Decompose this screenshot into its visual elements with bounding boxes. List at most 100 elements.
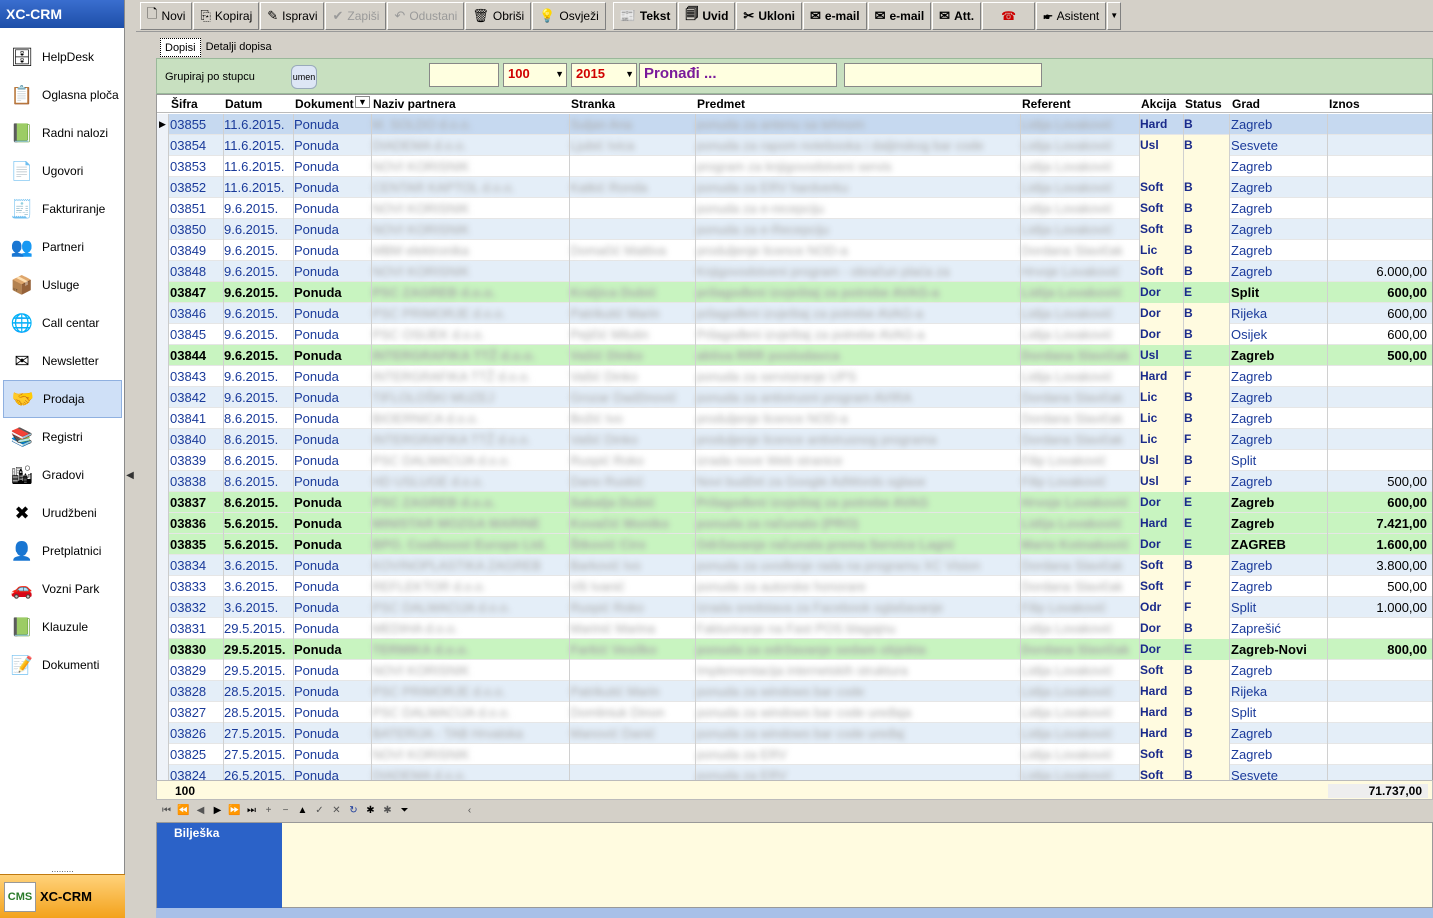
table-row[interactable]: 03831 29.5.2015. Ponuda MEDIHA d.o.o. Marini… bbox=[157, 618, 1432, 639]
row-indicator[interactable] bbox=[157, 492, 169, 513]
row-indicator[interactable] bbox=[157, 219, 169, 240]
insert-record-icon[interactable]: + bbox=[260, 803, 277, 819]
sidebar-item-fakturiranje[interactable]: 🧾 Fakturiranje bbox=[0, 190, 125, 228]
table-row[interactable]: 03847 9.6.2015. Ponuda PSC ZAGREB d.o.o. Kra… bbox=[157, 282, 1432, 303]
table-row[interactable]: 03848 9.6.2015. Ponuda NOVI KORISNIK Knjigov… bbox=[157, 261, 1432, 282]
save-button[interactable]: ✔ Zapiši bbox=[325, 1, 387, 30]
sidebar-item-klauzule[interactable]: 📗 Klauzule bbox=[0, 608, 125, 646]
column-header-status[interactable]: Status bbox=[1185, 97, 1222, 111]
year-select[interactable]: 2015 ▼ bbox=[571, 63, 637, 87]
sort-desc-icon[interactable]: ▼ bbox=[355, 96, 370, 108]
next-record-icon[interactable]: ▶ bbox=[209, 803, 226, 819]
email-button[interactable]: ✉ e-mail bbox=[802, 1, 867, 30]
sidebar-item-oglasna-ploča[interactable]: 📋 Oglasna ploča bbox=[0, 76, 125, 114]
filter-icon[interactable]: ⏷ bbox=[396, 803, 413, 819]
table-row[interactable]: 03838 8.6.2015. Ponuda HD USLUGE d.o.o. Dano… bbox=[157, 471, 1432, 492]
collapse-arrow-icon[interactable]: ◀ bbox=[126, 470, 134, 481]
row-indicator[interactable] bbox=[157, 198, 169, 219]
filter-field[interactable] bbox=[429, 63, 499, 87]
attachment-button[interactable]: ✉ Att. bbox=[932, 1, 982, 30]
table-row[interactable]: 03835 5.6.2015. Ponuda BPO. Coalboost Europ… bbox=[157, 534, 1432, 555]
table-row[interactable]: 03851 9.6.2015. Ponuda NOVI KORISNIK ponuda … bbox=[157, 198, 1432, 219]
first-record-icon[interactable]: ⏮ bbox=[158, 803, 175, 819]
table-row[interactable]: 03841 8.6.2015. Ponuda BIOERNICA d.o.o. Boži… bbox=[157, 408, 1432, 429]
group-by-column-button[interactable]: umen bbox=[291, 65, 317, 89]
sidebar-item-call-centar[interactable]: 🌐 Call centar bbox=[0, 304, 125, 342]
row-indicator[interactable] bbox=[157, 261, 169, 282]
row-indicator[interactable] bbox=[157, 723, 169, 744]
current-row-indicator-icon[interactable]: ▶ bbox=[157, 114, 169, 135]
column-header-stranka[interactable]: Stranka bbox=[571, 97, 615, 111]
bookmark-icon[interactable]: ✱ bbox=[362, 803, 379, 819]
table-row[interactable]: 03832 3.6.2015. Ponuda PSC DALMACIJA d.o.o.… bbox=[157, 597, 1432, 618]
table-row[interactable]: 03843 9.6.2015. Ponuda INTERGRAFIKA TTŽ d.o… bbox=[157, 366, 1432, 387]
row-indicator[interactable] bbox=[157, 303, 169, 324]
table-row[interactable]: 03834 3.6.2015. Ponuda KOVINOPLASTIKA ZAGRE… bbox=[157, 555, 1432, 576]
search-input[interactable]: Pronađi ... bbox=[639, 63, 837, 87]
email-attachment-button[interactable]: ✉ e-mail bbox=[867, 1, 932, 30]
column-header-akcija[interactable]: Akcija bbox=[1141, 97, 1176, 111]
assistant-dropdown-button[interactable]: ▼ bbox=[1107, 1, 1122, 30]
row-indicator[interactable] bbox=[157, 744, 169, 765]
table-row[interactable]: 03840 8.6.2015. Ponuda INTERGRAFIKA TTŽ d.o… bbox=[157, 429, 1432, 450]
column-header-dok[interactable]: Dokument bbox=[295, 97, 354, 111]
column-header-grad[interactable]: Grad bbox=[1232, 97, 1260, 111]
row-indicator[interactable] bbox=[157, 513, 169, 534]
sidebar-item-vozni-park[interactable]: 🚗 Vozni Park bbox=[0, 570, 125, 608]
table-row[interactable]: 03842 9.6.2015. Ponuda TIFLOLOŠKI MUZEJ Groz… bbox=[157, 387, 1432, 408]
sidebar-item-radni-nalozi[interactable]: 📗 Radni nalozi bbox=[0, 114, 125, 152]
table-row[interactable]: 03827 28.5.2015. Ponuda PSC DALMACIJA d.o.o… bbox=[157, 702, 1432, 723]
table-row[interactable]: 03839 8.6.2015. Ponuda PSC DALMACIJA d.o.o.… bbox=[157, 450, 1432, 471]
sidebar-item-prodaja[interactable]: 🤝 Prodaja bbox=[3, 380, 122, 418]
phone-button[interactable]: ☎ bbox=[982, 1, 1036, 30]
row-indicator[interactable] bbox=[157, 660, 169, 681]
copy-button[interactable]: ⎘ Kopiraj bbox=[193, 1, 260, 30]
edit-button[interactable]: ✎ Ispravi bbox=[260, 1, 325, 30]
assistant-button[interactable]: 🖝 Asistent bbox=[1036, 1, 1107, 30]
table-row[interactable]: 03828 28.5.2015. Ponuda PSC PRIMORJE d.o.o.… bbox=[157, 681, 1432, 702]
row-indicator[interactable] bbox=[157, 387, 169, 408]
sidebar-item-ugovori[interactable]: 📄 Ugovori bbox=[0, 152, 125, 190]
sidebar-resize-grip[interactable]: ......... bbox=[0, 865, 125, 874]
row-indicator[interactable] bbox=[157, 177, 169, 198]
row-indicator[interactable] bbox=[157, 471, 169, 492]
column-header-datum[interactable]: Datum bbox=[225, 97, 262, 111]
table-row[interactable]: 03850 9.6.2015. Ponuda NOVI KORISNIK ponuda … bbox=[157, 219, 1432, 240]
row-indicator[interactable] bbox=[157, 576, 169, 597]
column-header-predmet[interactable]: Predmet bbox=[697, 97, 745, 111]
prev-page-icon[interactable]: ⏪ bbox=[175, 803, 192, 819]
new-button[interactable]: 🗋 Novi bbox=[140, 1, 193, 30]
row-indicator[interactable] bbox=[157, 345, 169, 366]
refresh-button[interactable]: 💡 Osvježi bbox=[532, 1, 606, 30]
row-indicator[interactable] bbox=[157, 639, 169, 660]
table-row[interactable]: 03845 9.6.2015. Ponuda PSC OSIJEK d.o.o. Pej… bbox=[157, 324, 1432, 345]
row-indicator[interactable] bbox=[157, 135, 169, 156]
sidebar-item-urudžbeni[interactable]: ✖ Urudžbeni bbox=[0, 494, 125, 532]
table-row[interactable]: 03825 27.5.2015. Ponuda NOVI KORISNIK ponuda… bbox=[157, 744, 1432, 765]
column-header-iznos[interactable]: Iznos bbox=[1329, 97, 1360, 111]
row-indicator[interactable] bbox=[157, 324, 169, 345]
table-row[interactable]: 03853 11.6.2015. Ponuda NOVI KORISNIK progra… bbox=[157, 156, 1432, 177]
next-page-icon[interactable]: ⏩ bbox=[226, 803, 243, 819]
prev-record-icon[interactable]: ◀ bbox=[192, 803, 209, 819]
column-header-partner[interactable]: Naziv partnera bbox=[373, 97, 456, 111]
edit-record-icon[interactable]: ▲ bbox=[294, 803, 311, 819]
sidebar-item-registri[interactable]: 📚 Registri bbox=[0, 418, 125, 456]
search-extra-field[interactable] bbox=[844, 63, 1042, 87]
table-row[interactable]: 03833 3.6.2015. Ponuda REFLEKTOR d.o.o. Vili… bbox=[157, 576, 1432, 597]
sidebar-splitter[interactable]: ◀ bbox=[126, 0, 134, 918]
row-indicator[interactable] bbox=[157, 597, 169, 618]
cancel-button[interactable]: ↶ Odustani bbox=[387, 1, 465, 30]
table-row[interactable]: ▶ 03855 11.6.2015. Ponuda M. SOLDO d.o.o. Sul… bbox=[157, 114, 1432, 135]
delete-button[interactable]: 🗑 Obriši bbox=[465, 1, 532, 30]
row-indicator[interactable] bbox=[157, 555, 169, 576]
delete-record-icon[interactable]: − bbox=[277, 803, 294, 819]
table-row[interactable]: 03837 8.6.2015. Ponuda PSC ZAGREB d.o.o. Sab… bbox=[157, 492, 1432, 513]
sidebar-item-gradovi[interactable]: 🏙 Gradovi bbox=[0, 456, 125, 494]
table-row[interactable]: 03854 11.6.2015. Ponuda DIADEMA d.o.o. Ljubi… bbox=[157, 135, 1432, 156]
table-row[interactable]: 03844 9.6.2015. Ponuda INTERGRAFIKA TTŽ d.o… bbox=[157, 345, 1432, 366]
row-indicator[interactable] bbox=[157, 702, 169, 723]
column-header-sifra[interactable]: Šifra bbox=[171, 97, 198, 111]
text-button[interactable]: 📰 Tekst bbox=[612, 1, 678, 30]
row-indicator[interactable] bbox=[157, 450, 169, 471]
